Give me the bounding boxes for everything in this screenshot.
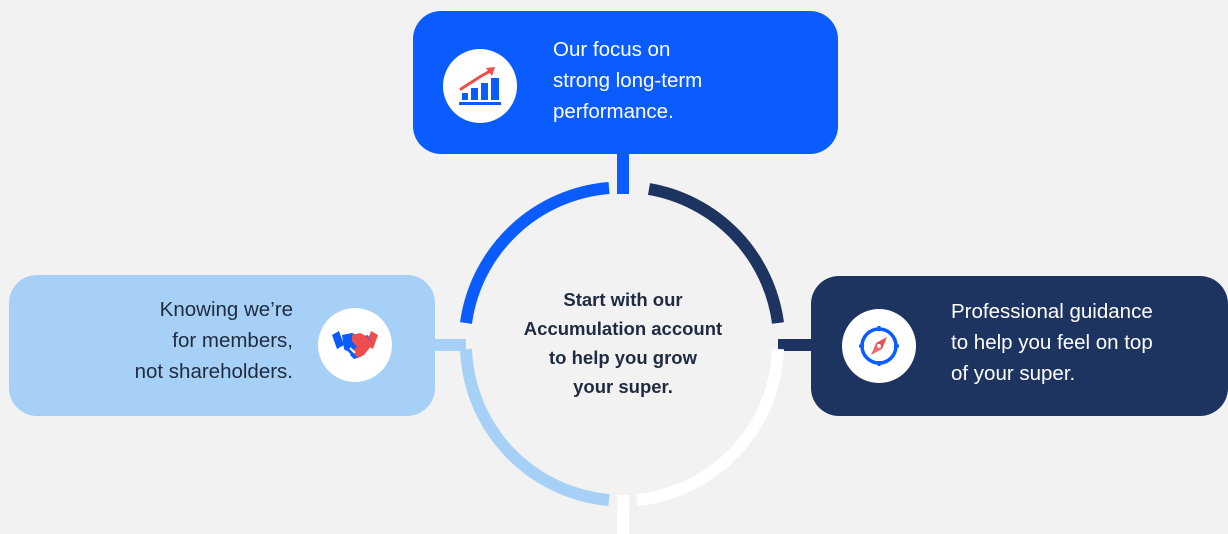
compass-icon [842,309,916,383]
focus-card: Our focus on strong long-term performanc… [413,11,838,154]
guidance-card: Professional guidance to help you feel o… [811,276,1228,416]
guidance-text: Professional guidance to help you feel o… [951,300,1153,385]
connector-bottom [617,495,629,534]
members-text: Knowing we’re for members, not sharehold… [134,298,293,383]
growth-chart-icon [443,49,517,123]
handshake-icon [318,308,392,382]
connector-top [617,150,629,194]
center-message: Start with our Accumulation account to h… [523,289,723,397]
focus-text: Our focus on strong long-term performanc… [553,38,703,123]
members-card: Knowing we’re for members, not sharehold… [9,275,435,416]
